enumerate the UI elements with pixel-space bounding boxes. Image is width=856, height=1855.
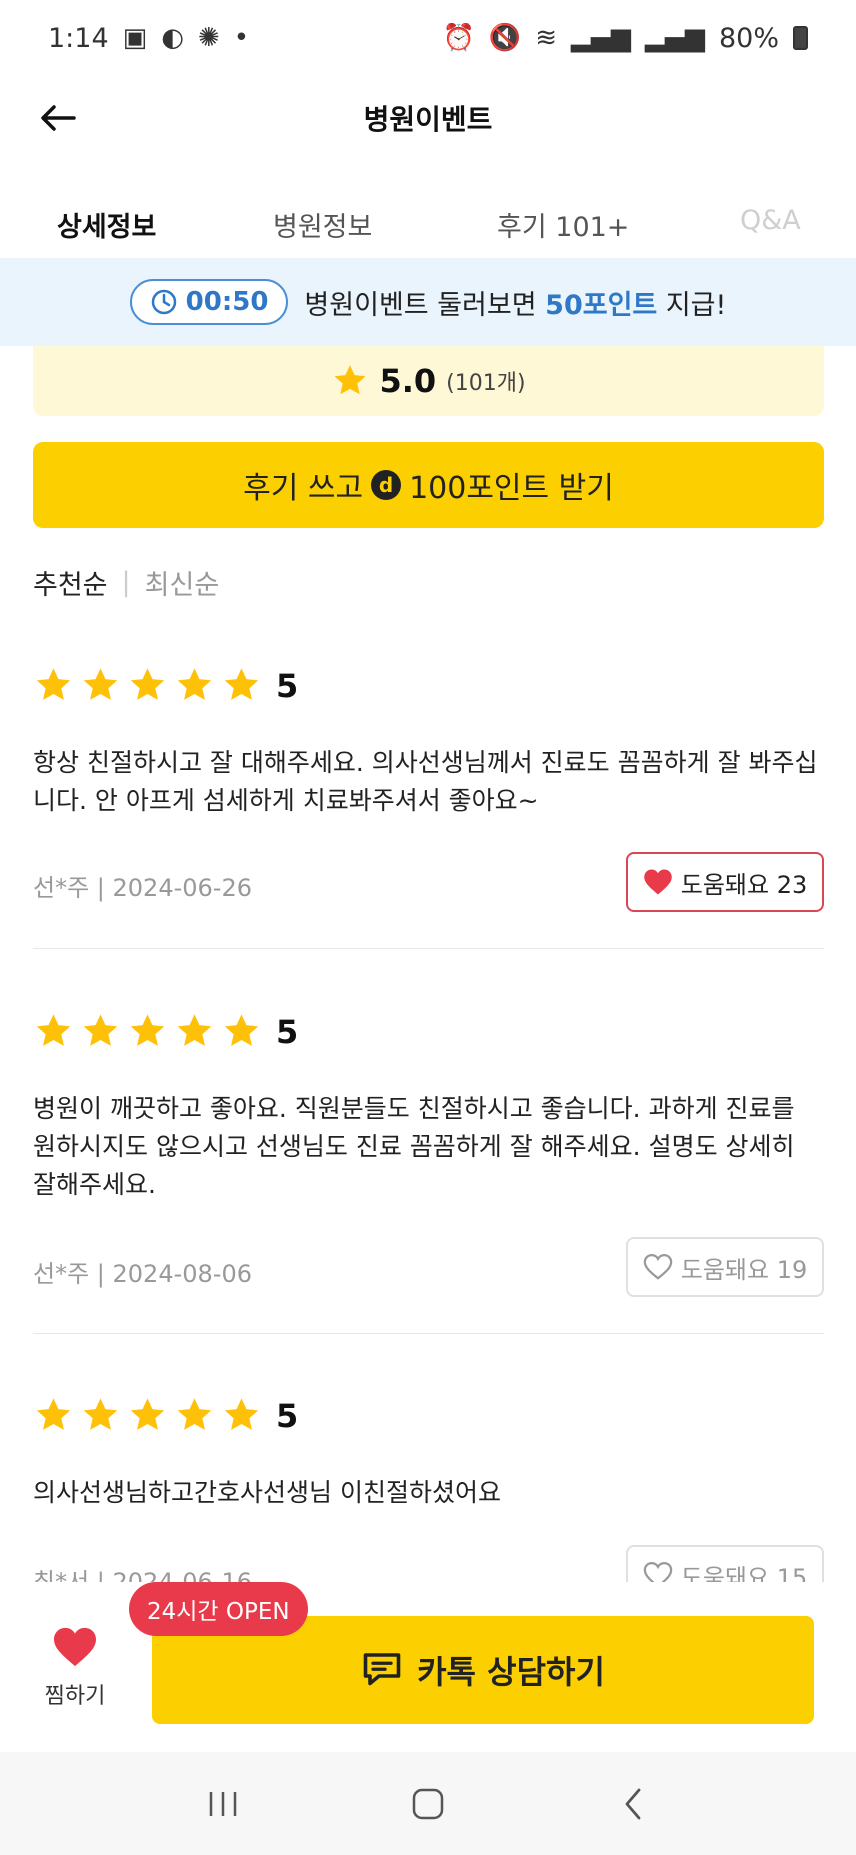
- recent-apps-icon: [209, 1791, 236, 1816]
- heart-filled-icon: [54, 1627, 96, 1667]
- review-text: 병원이 깨끗하고 좋아요. 직원분들도 친절하시고 좋습니다. 과하게 진료를 …: [33, 1094, 795, 1199]
- status-bar: 1:14 ▣ ◐ ✺ • ⏰ 🔇 ≋ ▂▄▆ ▂▄▆ 80%: [0, 0, 856, 76]
- arrow-left-icon: [41, 105, 76, 131]
- timer-text-before: 병원이벤트 둘러보면: [304, 289, 546, 321]
- tab-hospital-info[interactable]: 병원정보: [273, 205, 372, 244]
- signal-icon: ▂▄▆: [644, 23, 705, 53]
- star-icon: [224, 1014, 259, 1046]
- notification-dot-icon: •: [233, 23, 250, 53]
- back-button[interactable]: [34, 96, 82, 140]
- gallery-icon: ▣: [122, 23, 148, 53]
- star-icon: [130, 668, 165, 700]
- sort-latest[interactable]: 최신순: [145, 563, 220, 602]
- review-item: 5 병원이 깨끗하고 좋아요. 직원분들도 친절하시고 좋습니다. 과하게 진료…: [33, 1011, 824, 1301]
- star-icon: [36, 1398, 71, 1430]
- star-icon: [130, 1014, 165, 1046]
- tab-qna[interactable]: Q&A: [740, 205, 801, 236]
- timer-value: 00:50: [185, 287, 269, 317]
- helpful-label: 도움돼요 19: [680, 1255, 808, 1284]
- helpful-button[interactable]: 도움돼요 19: [626, 1237, 824, 1297]
- point-logo-icon: d: [371, 470, 402, 500]
- review-author: 선*주: [33, 874, 90, 902]
- rating-value: 5.0: [379, 362, 437, 400]
- star-icon: [177, 1398, 212, 1430]
- review-divider: [33, 1333, 824, 1334]
- open-24h-badge: 24시간 OPEN: [129, 1582, 308, 1636]
- tab-reviews[interactable]: 후기 101+: [497, 205, 629, 244]
- pill-icon: ◐: [161, 23, 184, 53]
- gear-badge-icon: ✺: [197, 23, 220, 53]
- rating-count: (101개): [446, 371, 526, 396]
- mute-icon: 🔇: [488, 23, 522, 53]
- star-icon: [224, 1398, 259, 1430]
- page-title: 병원이벤트: [363, 103, 493, 136]
- heart-filled-icon: [644, 869, 672, 895]
- star-icon: [83, 1398, 118, 1430]
- battery-icon: [793, 26, 808, 50]
- status-time: 1:14: [48, 22, 109, 54]
- review-author: 선*주: [33, 1260, 90, 1288]
- star-icon: [224, 668, 259, 700]
- review-date: 2024-06-26: [112, 874, 252, 902]
- review-text: 의사선생님하고간호사선생님 이친절하셨어요: [33, 1478, 501, 1507]
- home-icon: [412, 1788, 444, 1819]
- recent-apps-button[interactable]: [193, 1774, 253, 1834]
- review-meta: 선*주 | 2024-06-26: [33, 874, 252, 902]
- chevron-left-icon: [625, 1788, 641, 1819]
- write-review-label-after: 100포인트 받기: [409, 471, 614, 506]
- star-icon: [83, 1014, 118, 1046]
- kakao-consult-label: 카톡 상담하기: [417, 1653, 605, 1691]
- star-icon: [130, 1398, 165, 1430]
- review-item: 5 의사선생님하고간호사선생님 이친절하셨어요 최*서 | 2024-06-16…: [33, 1395, 824, 1585]
- review-stars: 5: [33, 1011, 824, 1052]
- review-stars: 5: [33, 665, 824, 706]
- timer-pill: 00:50: [129, 279, 289, 325]
- review-stars: 5: [33, 1395, 824, 1436]
- tab-detail[interactable]: 상세정보: [57, 205, 156, 244]
- write-review-label-before: 후기 쓰고: [243, 471, 364, 506]
- sort-recommended[interactable]: 추천순: [33, 563, 108, 602]
- heart-outline-icon: [643, 1253, 673, 1280]
- helpful-label: 도움돼요 23: [680, 870, 808, 899]
- favorite-label: 찜하기: [44, 1684, 106, 1709]
- system-back-button[interactable]: [603, 1774, 663, 1834]
- star-icon: [334, 365, 366, 395]
- clock-icon: [151, 289, 176, 315]
- system-nav-bar: [0, 1752, 856, 1855]
- star-icon: [177, 668, 212, 700]
- review-item: 5 항상 친절하시고 잘 대해주세요. 의사선생님께서 진료도 꼼꼼하게 잘 봐…: [33, 665, 824, 915]
- sort-options: 추천순 | 최신순: [33, 563, 219, 602]
- star-icon: [83, 668, 118, 700]
- timer-message: 병원이벤트 둘러보면 50포인트 지급!: [304, 283, 726, 322]
- review-score: 5: [276, 1012, 299, 1051]
- helpful-button[interactable]: 도움돼요 15: [626, 1545, 824, 1585]
- review-text: 항상 친절하시고 잘 대해주세요. 의사선생님께서 진료도 꼼꼼하게 잘 봐주십…: [33, 748, 818, 815]
- review-score: 5: [276, 666, 299, 705]
- signal-icon: ▂▄▆: [570, 23, 631, 53]
- review-score: 5: [276, 1396, 299, 1435]
- helpful-button[interactable]: 도움돼요 23: [626, 852, 824, 912]
- review-date: 2024-08-06: [112, 1260, 252, 1288]
- bottom-action-bar: 찜하기 카톡 상담하기 24시간 OPEN: [0, 1582, 856, 1752]
- star-icon: [36, 1014, 71, 1046]
- star-icon: [177, 1014, 212, 1046]
- timer-banner: 00:50 병원이벤트 둘러보면 50포인트 지급!: [0, 258, 856, 346]
- wifi-icon: ≋: [535, 23, 557, 53]
- chat-icon: [363, 1653, 401, 1686]
- tab-bar: 상세정보 병원정보 후기 101+ Q&A: [0, 195, 856, 255]
- favorite-button[interactable]: 찜하기: [40, 1626, 110, 1710]
- helpful-label: 도움돼요 15: [680, 1563, 808, 1586]
- review-meta: 선*주 | 2024-08-06: [33, 1260, 252, 1288]
- star-icon: [36, 668, 71, 700]
- battery-percent: 80%: [718, 22, 779, 54]
- review-divider: [33, 948, 824, 949]
- app-header: 병원이벤트: [0, 76, 856, 160]
- alarm-icon: ⏰: [442, 23, 475, 53]
- write-review-button[interactable]: 후기 쓰고 d 100포인트 받기: [33, 442, 824, 528]
- rating-summary: 5.0 (101개): [33, 346, 824, 416]
- points-highlight: 50포인트: [545, 289, 658, 321]
- home-button[interactable]: [398, 1774, 458, 1834]
- timer-text-after: 지급!: [657, 289, 727, 321]
- sort-divider: |: [121, 567, 131, 598]
